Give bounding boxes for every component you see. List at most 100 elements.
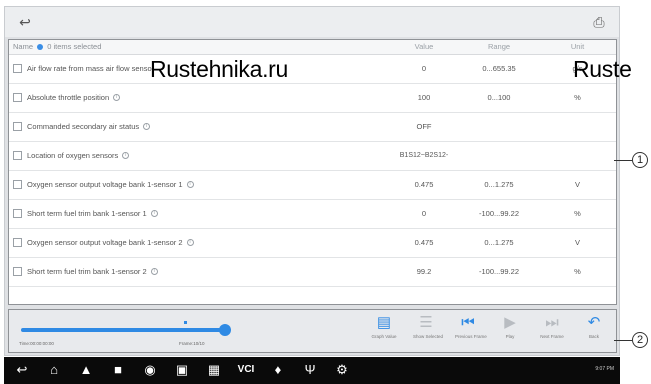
previous-frame-icon: ⏮	[461, 314, 475, 331]
name-column-label: Name	[13, 42, 34, 52]
parameter-range: 0...655.35	[459, 54, 539, 84]
graph-value-label: Graph Value	[371, 334, 397, 339]
parameter-name: Oxygen sensor output voltage bank 1-sens…	[27, 237, 183, 247]
parameter-value: 100	[389, 83, 459, 113]
parameter-range	[459, 112, 539, 142]
row-checkbox[interactable]	[13, 267, 22, 277]
row-checkbox[interactable]	[13, 180, 22, 190]
row-checkbox[interactable]	[13, 64, 22, 74]
previous-frame-label: Previous Frame	[455, 334, 487, 339]
table-row[interactable]: Location of oxygen sensors i B1S12~B2S12-	[9, 141, 616, 171]
parameter-range: -100...99.22	[459, 199, 539, 229]
parameter-value: B1S12~B2S12-	[389, 141, 459, 171]
table-row[interactable]: Commanded secondary air status i OFF	[9, 112, 616, 142]
table-header: Name 0 items selected Value Range Unit	[9, 40, 616, 55]
parameter-unit	[539, 112, 616, 142]
next-frame-icon: ⏭	[545, 314, 559, 331]
name-header: Name 0 items selected	[9, 40, 389, 55]
table-row[interactable]: Absolute throttle position i 100 0...100 …	[9, 83, 616, 113]
android-navigation-bar: ↩ ⌂ ▲ ■ ◉ ▣ ▦ VCI ♦ Ψ ⚙ 9:07 PM	[4, 357, 620, 384]
table-row[interactable]: Short term fuel trim bank 1-sensor 2i 99…	[9, 257, 616, 287]
playback-slider-track[interactable]	[21, 328, 221, 332]
next-frame-label: Next Frame	[540, 334, 564, 339]
row-checkbox[interactable]	[13, 209, 22, 219]
parameter-name: Air flow rate from mass air flow sensor	[27, 63, 155, 73]
parameter-range: -100...99.22	[459, 257, 539, 287]
row-checkbox[interactable]	[13, 238, 22, 248]
row-checkbox[interactable]	[13, 151, 22, 161]
parameter-value: 0	[389, 54, 459, 84]
parameter-value: 99.2	[389, 257, 459, 287]
callout-line	[614, 340, 632, 341]
back-button[interactable]: ↶ Back	[581, 314, 607, 348]
row-checkbox[interactable]	[13, 122, 22, 132]
play-button[interactable]: ▶ Play	[497, 314, 523, 348]
selection-dot-icon	[37, 44, 44, 51]
parameter-name: Commanded secondary air status	[27, 121, 140, 131]
autel-home-icon[interactable]: ▲	[76, 361, 96, 379]
camera-icon[interactable]: ▣	[172, 361, 192, 379]
callout-2: 2	[632, 332, 648, 348]
parameter-value: 0.475	[389, 228, 459, 258]
info-icon[interactable]: i	[150, 268, 158, 276]
print-icon[interactable]: ⎙	[589, 13, 609, 31]
parameter-value: 0.475	[389, 170, 459, 200]
selected-count: 0 items selected	[47, 42, 102, 52]
recent-apps-icon[interactable]: ■	[108, 361, 128, 379]
slider-marker	[184, 321, 187, 324]
info-icon[interactable]: i	[113, 94, 121, 102]
live-data-table: Name 0 items selected Value Range Unit A…	[9, 40, 616, 287]
next-frame-button[interactable]: ⏭ Next Frame	[539, 314, 565, 348]
parameter-unit: V	[539, 170, 616, 200]
browser-icon[interactable]: ◉	[140, 361, 160, 379]
info-icon[interactable]: i	[186, 181, 194, 189]
settings-icon[interactable]: ⚙	[332, 361, 352, 379]
info-icon[interactable]: i	[122, 152, 130, 160]
parameter-range: 0...1.275	[459, 228, 539, 258]
row-checkbox[interactable]	[13, 93, 22, 103]
playback-slider-handle[interactable]	[219, 324, 231, 336]
value-header: Value	[389, 40, 459, 55]
back-arrow-icon[interactable]: ↩	[13, 13, 37, 31]
unit-header: Unit	[539, 40, 616, 55]
table-row[interactable]: Air flow rate from mass air flow sensor …	[9, 54, 616, 84]
play-icon: ▶	[504, 314, 516, 331]
parameter-name: Absolute throttle position	[27, 92, 110, 102]
graph-value-button[interactable]: ▤ Graph Value	[371, 314, 397, 348]
graph-icon: ▤	[376, 314, 392, 331]
watermark: Ruste	[573, 56, 632, 82]
parameter-unit: %	[539, 257, 616, 287]
tablet-screen: ↩ ⎙ Name 0 items selected Value Range Un…	[4, 6, 620, 356]
parameter-unit: V	[539, 228, 616, 258]
time-readout: Time:00:00:00:00	[19, 341, 54, 346]
parameter-name: Short term fuel trim bank 1-sensor 1	[27, 208, 147, 218]
table-row[interactable]: Oxygen sensor output voltage bank 1-sens…	[9, 170, 616, 200]
usb-icon[interactable]: Ψ	[300, 361, 320, 379]
previous-frame-button[interactable]: ⏮ Previous Frame	[455, 314, 487, 348]
info-icon[interactable]: i	[150, 210, 158, 218]
info-icon[interactable]: i	[186, 239, 194, 247]
parameter-unit: %	[539, 199, 616, 229]
vci-icon[interactable]: VCI	[236, 361, 256, 379]
parameter-name: Short term fuel trim bank 1-sensor 2	[27, 266, 147, 276]
parameter-value: OFF	[389, 112, 459, 142]
parameter-value: 0	[389, 199, 459, 229]
table-row[interactable]: Oxygen sensor output voltage bank 1-sens…	[9, 228, 616, 258]
parameter-name: Oxygen sensor output voltage bank 1-sens…	[27, 179, 183, 189]
show-selected-button[interactable]: ☰ Show Selected	[413, 314, 443, 348]
nav-home-icon[interactable]: ⌂	[44, 361, 64, 379]
car-icon[interactable]: ♦	[268, 361, 288, 379]
table-row[interactable]: Short term fuel trim bank 1-sensor 1i 0 …	[9, 199, 616, 229]
playback-toolbar: Time:00:00:00:00 Frame:10/10 ▤ Graph Val…	[8, 309, 617, 353]
live-data-panel: Name 0 items selected Value Range Unit A…	[8, 39, 617, 305]
parameter-range: 0...1.275	[459, 170, 539, 200]
nav-back-icon[interactable]: ↩	[12, 361, 32, 379]
parameter-name: Location of oxygen sensors	[27, 150, 119, 160]
back-icon: ↶	[587, 314, 601, 331]
screenshot-icon[interactable]: ▦	[204, 361, 224, 379]
parameter-unit	[539, 141, 616, 171]
info-icon[interactable]: i	[143, 123, 151, 131]
top-toolbar: ↩ ⎙	[5, 7, 619, 37]
status-clock: 9:07 PM	[595, 366, 614, 372]
frame-readout: Frame:10/10	[179, 341, 205, 346]
